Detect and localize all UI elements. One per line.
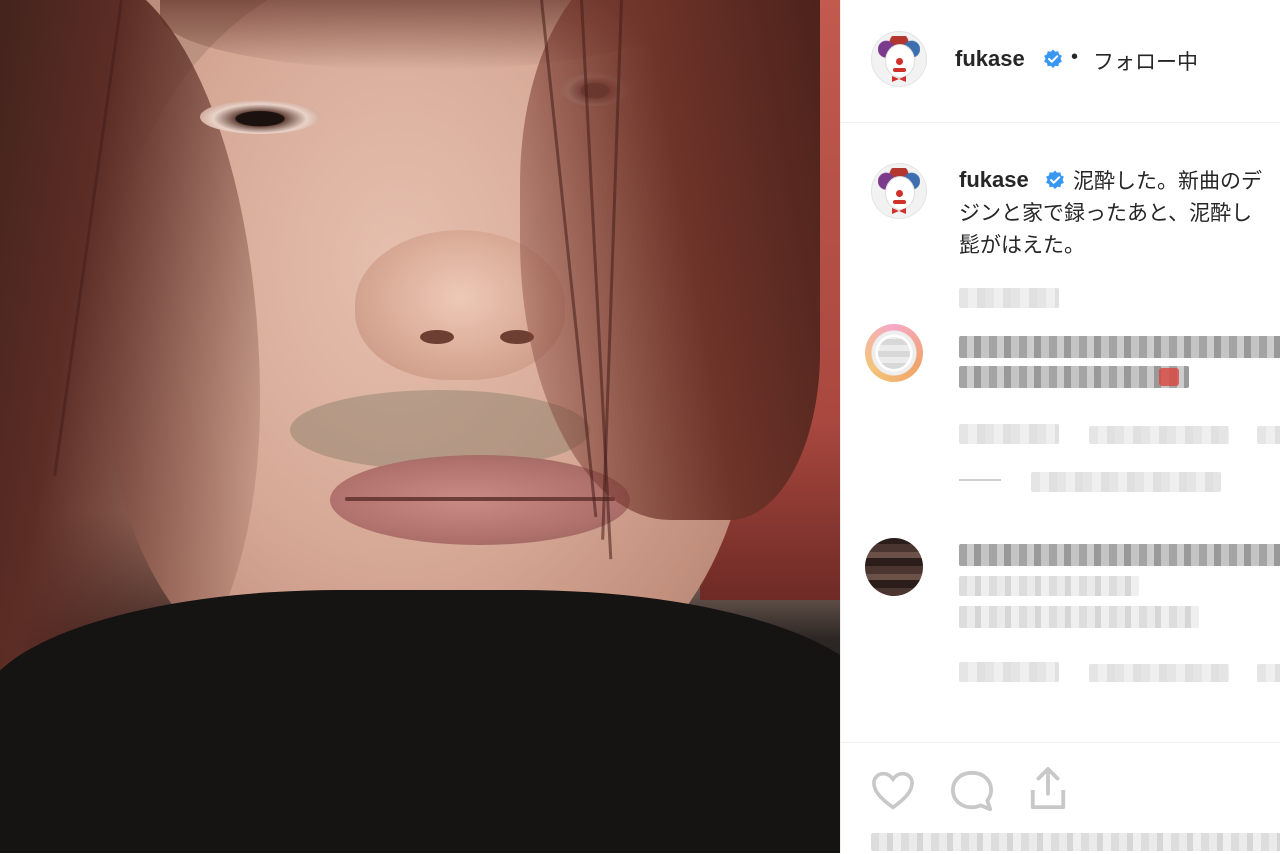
photo-eye-left (200, 100, 320, 134)
clown-mouth-icon (893, 68, 906, 72)
header-separator: • (1071, 46, 1079, 68)
caption-line-3: 髭がはえた。 (959, 234, 1085, 257)
post-photo[interactable] (0, 0, 840, 853)
comment-text-redacted (959, 366, 1189, 388)
comment-text-redacted (959, 544, 1280, 566)
comment-time-redacted (959, 424, 1059, 444)
post-header: fukase • フォロー中 (841, 0, 1280, 123)
photo-shirt (0, 590, 840, 853)
clown-nose-icon (896, 190, 903, 197)
caption-username[interactable]: fukase (959, 167, 1029, 193)
clown-mouth-icon (893, 200, 906, 204)
likes-summary-redacted (871, 833, 1280, 851)
view-replies-redacted[interactable] (1031, 472, 1221, 492)
follow-status[interactable]: フォロー中 (1093, 46, 1198, 76)
clown-nose-icon (896, 58, 903, 65)
photo-nostril-left (420, 330, 454, 344)
comment-reply-redacted (1257, 664, 1280, 682)
verified-badge-icon (1044, 49, 1062, 68)
caption-timestamp-redacted (959, 288, 1059, 308)
caption-line-1: 泥酔した。新曲のデ (1073, 170, 1262, 193)
comment-text-redacted (959, 606, 1199, 628)
comment-text-redacted (959, 336, 1280, 358)
avatar-redacted-fill (878, 337, 910, 369)
verified-badge-icon (1046, 170, 1064, 189)
comment-emoji-redacted (1159, 368, 1179, 386)
view-replies-line (959, 479, 1001, 481)
comment-text-redacted (959, 576, 1139, 596)
commenter-avatar-redacted[interactable] (865, 324, 923, 382)
comment-icon[interactable] (949, 769, 995, 813)
post-panel: fukase • フォロー中 fukase 泥酔した。新曲のデ ジンと家で録った… (840, 0, 1280, 853)
heart-icon[interactable] (871, 771, 915, 811)
caption-author-avatar[interactable] (871, 163, 927, 219)
action-bar (841, 742, 1280, 854)
author-avatar[interactable] (871, 31, 927, 87)
comment-likes-redacted (1089, 664, 1229, 682)
comment-time-redacted (959, 662, 1059, 682)
comment-likes-redacted (1089, 426, 1229, 444)
photo-lip-line (345, 497, 615, 501)
share-icon[interactable] (1027, 765, 1069, 813)
comment-reply-redacted (1257, 426, 1280, 444)
commenter-avatar-redacted[interactable] (865, 538, 923, 596)
header-username[interactable]: fukase (955, 46, 1025, 72)
caption-line-2: ジンと家で録ったあと、泥酔し (959, 202, 1253, 225)
